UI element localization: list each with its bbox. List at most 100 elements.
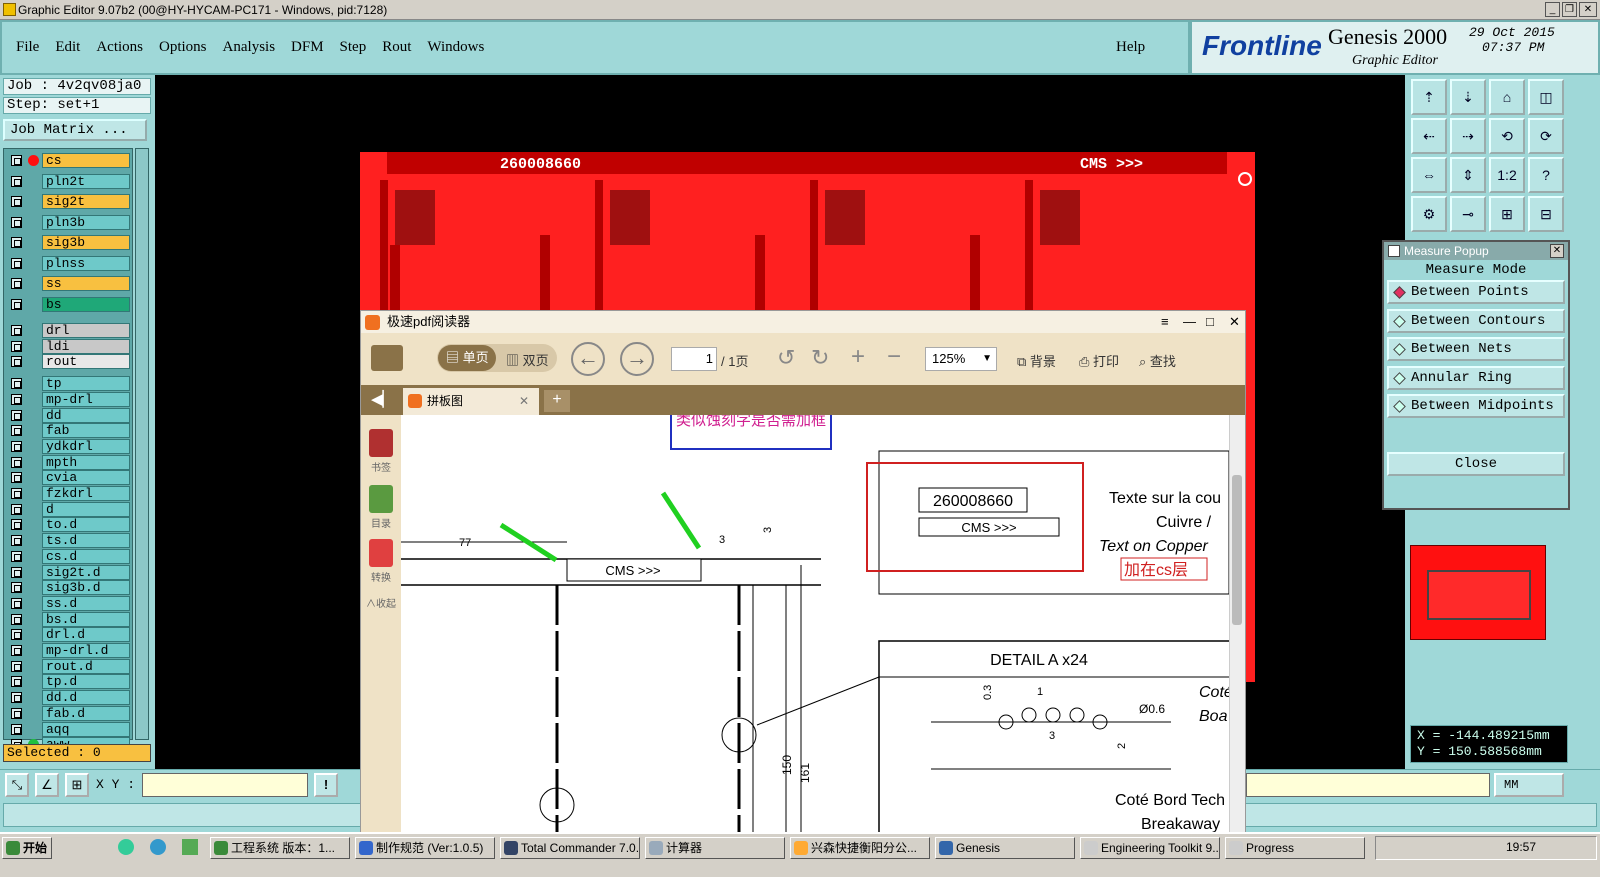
- layer-name[interactable]: cvia: [42, 470, 130, 486]
- layer-row[interactable]: fab.d: [6, 705, 132, 721]
- find-button[interactable]: ⌕ 查找: [1139, 351, 1176, 370]
- menu-rout[interactable]: Rout: [382, 39, 411, 56]
- layer-name[interactable]: fzkdrl: [42, 486, 130, 501]
- layer-row[interactable]: ss.d: [6, 595, 132, 611]
- tool-button-7[interactable]: ⟳: [1528, 118, 1564, 154]
- tool-button-11[interactable]: ?: [1528, 157, 1564, 193]
- between-midpoints-option[interactable]: Between Midpoints: [1387, 394, 1565, 418]
- layer-checkbox[interactable]: [11, 692, 22, 704]
- layer-checkbox[interactable]: [11, 237, 22, 248]
- layer-row[interactable]: ss: [6, 276, 132, 291]
- layer-row[interactable]: plnss: [6, 255, 132, 271]
- layer-name[interactable]: rout: [42, 354, 130, 370]
- layer-row[interactable]: sig3b.d: [6, 580, 132, 596]
- between-contours-option[interactable]: Between Contours: [1387, 309, 1565, 333]
- layer-name[interactable]: aqq: [42, 721, 130, 737]
- overview-map[interactable]: [1410, 545, 1546, 640]
- convert-icon[interactable]: [369, 539, 393, 567]
- task-calculator[interactable]: 计算器: [645, 837, 785, 859]
- exclaim-icon[interactable]: !: [314, 773, 338, 797]
- annular-ring-option[interactable]: Annular Ring: [1387, 366, 1565, 390]
- layer-name[interactable]: d: [42, 501, 130, 517]
- layer-row[interactable]: ts.d: [6, 533, 132, 549]
- layer-checkbox[interactable]: [11, 676, 22, 688]
- tool-button-15[interactable]: ⊟: [1528, 196, 1564, 232]
- layer-name[interactable]: pln3b: [42, 214, 130, 230]
- layer-checkbox[interactable]: [11, 629, 22, 641]
- app-quick-icon[interactable]: [182, 839, 198, 855]
- layer-row[interactable]: mp-drl.d: [6, 643, 132, 658]
- tab-close-icon[interactable]: ✕: [519, 388, 529, 415]
- layer-name[interactable]: bs.d: [42, 611, 130, 627]
- layer-checkbox[interactable]: [11, 456, 22, 468]
- menu-edit[interactable]: Edit: [55, 39, 80, 56]
- layer-name[interactable]: plnss: [42, 255, 130, 271]
- layer-name[interactable]: rout.d: [42, 658, 130, 674]
- double-page-button[interactable]: ▥ 双页: [506, 350, 549, 369]
- layer-name[interactable]: sig3b.d: [42, 580, 130, 596]
- layer-row[interactable]: drl.d: [6, 627, 132, 643]
- layer-checkbox[interactable]: [11, 535, 22, 547]
- menu-help[interactable]: Help: [1116, 39, 1145, 56]
- layer-checkbox[interactable]: [11, 378, 22, 390]
- open-folder-icon[interactable]: [371, 345, 403, 371]
- layer-name[interactable]: sig3b: [42, 235, 130, 250]
- task-progress[interactable]: Progress: [1225, 837, 1365, 859]
- pdf-maximize-icon[interactable]: □: [1206, 311, 1214, 333]
- layer-checkbox[interactable]: [11, 645, 22, 656]
- layer-name[interactable]: drl: [42, 323, 130, 338]
- layer-row[interactable]: dd: [6, 407, 132, 423]
- close-window-button[interactable]: ✕: [1579, 2, 1597, 17]
- layer-name[interactable]: fab.d: [42, 705, 130, 721]
- minimize-button[interactable]: _: [1545, 2, 1560, 17]
- layer-row[interactable]: cvia: [6, 470, 132, 486]
- pdf-scroll-thumb[interactable]: [1232, 475, 1242, 625]
- layer-row[interactable]: aqq: [6, 721, 132, 737]
- layer-name[interactable]: ss: [42, 276, 130, 291]
- job-matrix-button[interactable]: Job Matrix ...: [3, 119, 147, 141]
- layer-name[interactable]: sig2t.d: [42, 564, 130, 580]
- command-input[interactable]: [1246, 773, 1490, 797]
- layer-name[interactable]: mp-drl: [42, 391, 130, 407]
- layer-checkbox[interactable]: [11, 216, 22, 228]
- pdf-scrollbar[interactable]: [1229, 415, 1245, 833]
- layer-checkbox[interactable]: [11, 196, 22, 207]
- print-button[interactable]: ⎙ 打印: [1079, 351, 1119, 370]
- layer-name[interactable]: pln2t: [42, 173, 130, 189]
- rotate-left-icon[interactable]: ↺: [777, 345, 795, 371]
- layer-row[interactable]: rout: [6, 354, 132, 370]
- pdf-minimize-icon[interactable]: —: [1183, 311, 1196, 333]
- layer-row[interactable]: ydkdrl: [6, 438, 132, 454]
- layer-name[interactable]: mpth: [42, 454, 130, 470]
- layer-checkbox[interactable]: [11, 519, 22, 531]
- task-xingsen[interactable]: 兴森快捷衡阳分公...: [790, 837, 930, 859]
- menu-step[interactable]: Step: [340, 39, 367, 56]
- layer-checkbox[interactable]: [11, 257, 22, 269]
- layer-row[interactable]: tp: [6, 376, 132, 392]
- layer-checkbox[interactable]: [11, 425, 22, 437]
- next-page-icon[interactable]: →: [620, 342, 654, 376]
- layer-name[interactable]: sig2t: [42, 194, 130, 209]
- layer-name[interactable]: dd.d: [42, 690, 130, 706]
- snap-icon[interactable]: ⤡: [5, 773, 29, 797]
- layer-row[interactable]: mpth: [6, 454, 132, 470]
- tool-button-8[interactable]: ⇔: [1411, 157, 1447, 193]
- tool-button-5[interactable]: ⇢: [1450, 118, 1486, 154]
- layer-checkbox[interactable]: [11, 409, 22, 421]
- menu-dfm[interactable]: DFM: [291, 39, 324, 56]
- task-engineering-toolkit[interactable]: Engineering Toolkit 9....: [1080, 837, 1220, 859]
- zoom-out-icon[interactable]: −: [887, 343, 901, 371]
- restore-button[interactable]: ❐: [1562, 2, 1577, 17]
- layer-row[interactable]: sig2t: [6, 194, 132, 209]
- layer-name[interactable]: tp.d: [42, 674, 130, 690]
- layer-name[interactable]: dd: [42, 407, 130, 423]
- layer-row[interactable]: sig2t.d: [6, 564, 132, 580]
- chrome-icon[interactable]: [118, 839, 134, 855]
- layer-row[interactable]: mp-drl: [6, 391, 132, 407]
- layer-checkbox[interactable]: [11, 175, 22, 187]
- tool-button-3[interactable]: ◫: [1528, 79, 1564, 115]
- tool-button-12[interactable]: ⚙: [1411, 196, 1447, 232]
- layer-row[interactable]: d: [6, 501, 132, 517]
- layer-row[interactable]: sig3b: [6, 235, 132, 250]
- angle-icon[interactable]: ∠: [35, 773, 59, 797]
